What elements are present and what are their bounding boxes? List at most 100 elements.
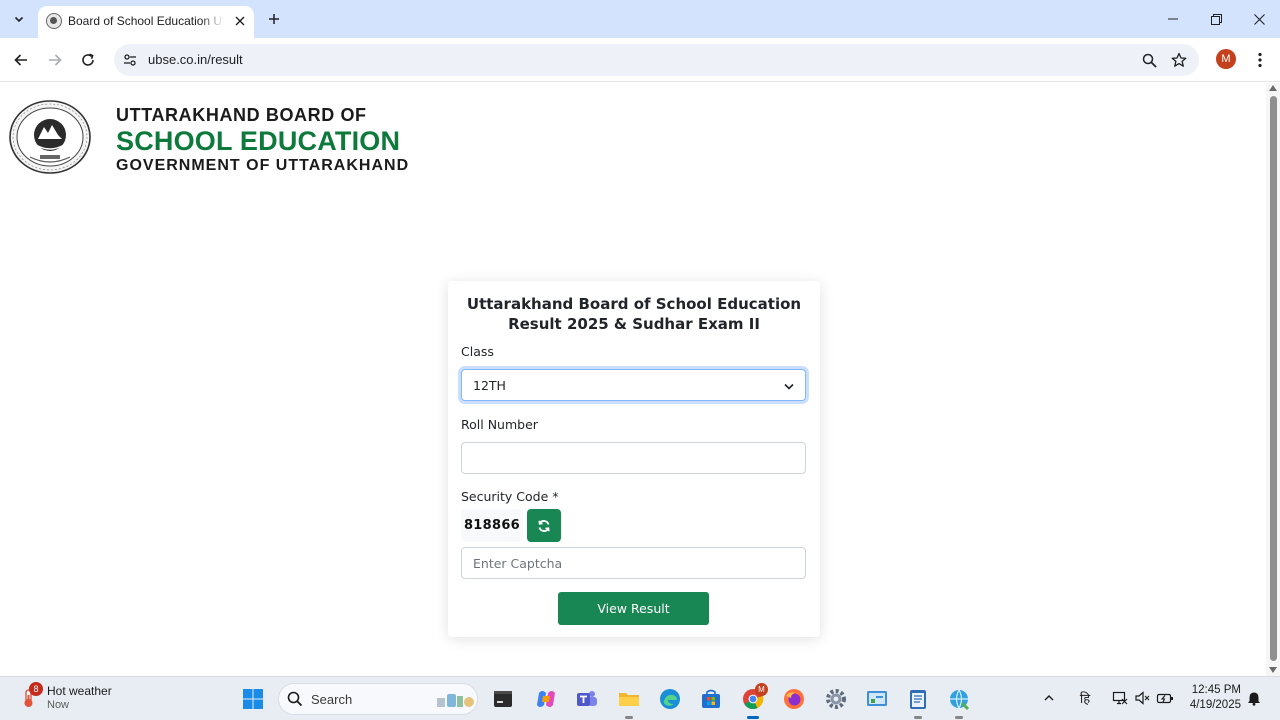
taskbar-app-edge[interactable] (658, 687, 682, 711)
browser-tab-active[interactable]: Board of School Education Uttarakhand (38, 6, 254, 38)
forward-button[interactable] (43, 48, 67, 72)
tab-search-button[interactable] (8, 8, 30, 30)
copilot-icon (537, 691, 555, 707)
page-viewport: UTTARAKHAND BOARD OF SCHOOL EDUCATION GO… (0, 83, 1266, 676)
result-form-card: Uttarakhand Board of School Education Re… (448, 281, 820, 637)
tab-title: Board of School Education Uttarakhand (68, 14, 224, 28)
kebab-menu-icon (1258, 52, 1262, 68)
taskbar-app-firefox[interactable] (782, 687, 806, 711)
browser-menu-button[interactable] (1250, 48, 1270, 72)
gear-icon (826, 689, 846, 709)
taskbar-app-terminal[interactable] (491, 687, 515, 711)
chevron-down-icon (784, 383, 794, 390)
new-tab-button[interactable] (264, 9, 284, 29)
taskbar-app-chrome[interactable]: M (741, 683, 768, 719)
chrome-profile-badge: M (755, 683, 768, 696)
teams-icon (577, 691, 597, 706)
plus-icon (269, 14, 279, 24)
taskbar-clock-time[interactable]: 12:45 PM (1185, 684, 1241, 696)
close-window-button[interactable] (1237, 0, 1280, 38)
notifications-button[interactable] (1245, 689, 1263, 707)
running-indicator (914, 716, 922, 719)
view-result-button[interactable]: View Result (558, 592, 709, 625)
edge-icon (660, 689, 680, 709)
refresh-captcha-button[interactable] (527, 509, 561, 542)
tab-close-button[interactable] (232, 13, 248, 29)
roll-number-input[interactable] (461, 442, 806, 474)
site-info-button[interactable] (122, 52, 138, 68)
folder-icon (619, 693, 639, 706)
security-code-label: Security Code * (461, 489, 559, 504)
taskbar-search-label: Search (311, 692, 353, 707)
taskbar-app-teams[interactable] (575, 687, 599, 711)
reload-button[interactable] (76, 48, 100, 72)
network-status[interactable] (1111, 689, 1129, 707)
reload-icon (82, 53, 94, 66)
taskbar-app-network-tool[interactable] (947, 687, 971, 719)
url-text[interactable]: ubse.co.in/result (148, 52, 243, 67)
windows-taskbar: 8 Hot weather Now Search M हि 12:45 PM 4… (0, 676, 1280, 720)
taskbar-app-copilot[interactable] (534, 687, 558, 711)
class-select[interactable]: 12TH (461, 369, 806, 401)
class-select-value: 12TH (473, 378, 506, 393)
store-icon (702, 689, 720, 708)
taskbar-search-box[interactable]: Search (278, 683, 478, 715)
battery-status[interactable] (1156, 689, 1174, 707)
form-title: Uttarakhand Board of School Education Re… (448, 294, 820, 334)
minimize-button[interactable] (1151, 0, 1195, 38)
search-icon (287, 691, 303, 707)
network-icon (1112, 691, 1128, 705)
brand-line-government: GOVERNMENT OF UTTARAKHAND (116, 157, 410, 174)
board-seal-logo (9, 100, 91, 174)
running-indicator-active (747, 716, 759, 719)
taskbar-app-file-explorer[interactable] (617, 687, 641, 719)
brand-heading: UTTARAKHAND BOARD OF SCHOOL EDUCATION GO… (116, 105, 409, 176)
scroll-thumb[interactable] (1270, 96, 1277, 661)
back-button[interactable] (9, 48, 33, 72)
tune-icon (124, 54, 136, 66)
arrow-right-icon (49, 54, 62, 66)
battery-charging-icon (1156, 693, 1173, 704)
terminal-icon (494, 691, 512, 707)
running-indicator (955, 716, 963, 719)
volume-control[interactable] (1133, 689, 1151, 707)
taskbar-app-control-panel[interactable] (865, 687, 889, 711)
taskbar-app-settings[interactable] (824, 687, 848, 711)
globe-icon (950, 689, 970, 711)
taskbar-clock-date[interactable]: 4/19/2025 (1185, 699, 1241, 711)
profile-avatar[interactable]: M (1216, 49, 1236, 69)
bookmark-button[interactable] (1170, 51, 1188, 69)
notepad-icon (910, 690, 926, 709)
close-icon (235, 16, 245, 26)
minimize-icon (1168, 18, 1178, 20)
brand-line-board: UTTARAKHAND BOARD OF (116, 105, 367, 125)
chevron-down-icon (14, 16, 24, 23)
close-icon (1253, 13, 1265, 25)
browser-toolbar: ubse.co.in/result M (0, 38, 1280, 82)
captcha-input[interactable]: Enter Captcha (461, 547, 806, 579)
firefox-icon (784, 689, 804, 709)
weather-subtitle: Now (47, 699, 70, 711)
running-indicator (625, 716, 633, 719)
page-scrollbar[interactable] (1266, 83, 1280, 676)
captcha-code: 818866 (461, 509, 523, 542)
captcha-placeholder: Enter Captcha (473, 556, 563, 571)
scroll-down-arrow-icon[interactable] (1269, 667, 1277, 673)
speaker-muted-icon (1135, 691, 1150, 705)
weather-alert-badge: 8 (29, 682, 43, 696)
address-bar[interactable]: ubse.co.in/result (114, 44, 1199, 76)
star-icon (1171, 52, 1187, 67)
search-highlight-icon (437, 694, 474, 707)
show-hidden-icons-button[interactable] (1040, 689, 1058, 707)
restore-button[interactable] (1194, 0, 1238, 38)
taskbar-app-notepad[interactable] (906, 687, 930, 719)
input-language-indicator[interactable]: हि (1076, 689, 1094, 707)
form-title-line1: Uttarakhand Board of School Education (466, 295, 802, 313)
magnifier-icon (1142, 53, 1157, 68)
windows-start-icon[interactable] (242, 688, 264, 710)
scroll-up-arrow-icon[interactable] (1269, 85, 1277, 91)
brand-line-school-education: SCHOOL EDUCATION (116, 126, 401, 156)
zoom-button[interactable] (1140, 51, 1158, 69)
arrow-left-icon (14, 54, 27, 66)
taskbar-app-store[interactable] (699, 687, 723, 711)
